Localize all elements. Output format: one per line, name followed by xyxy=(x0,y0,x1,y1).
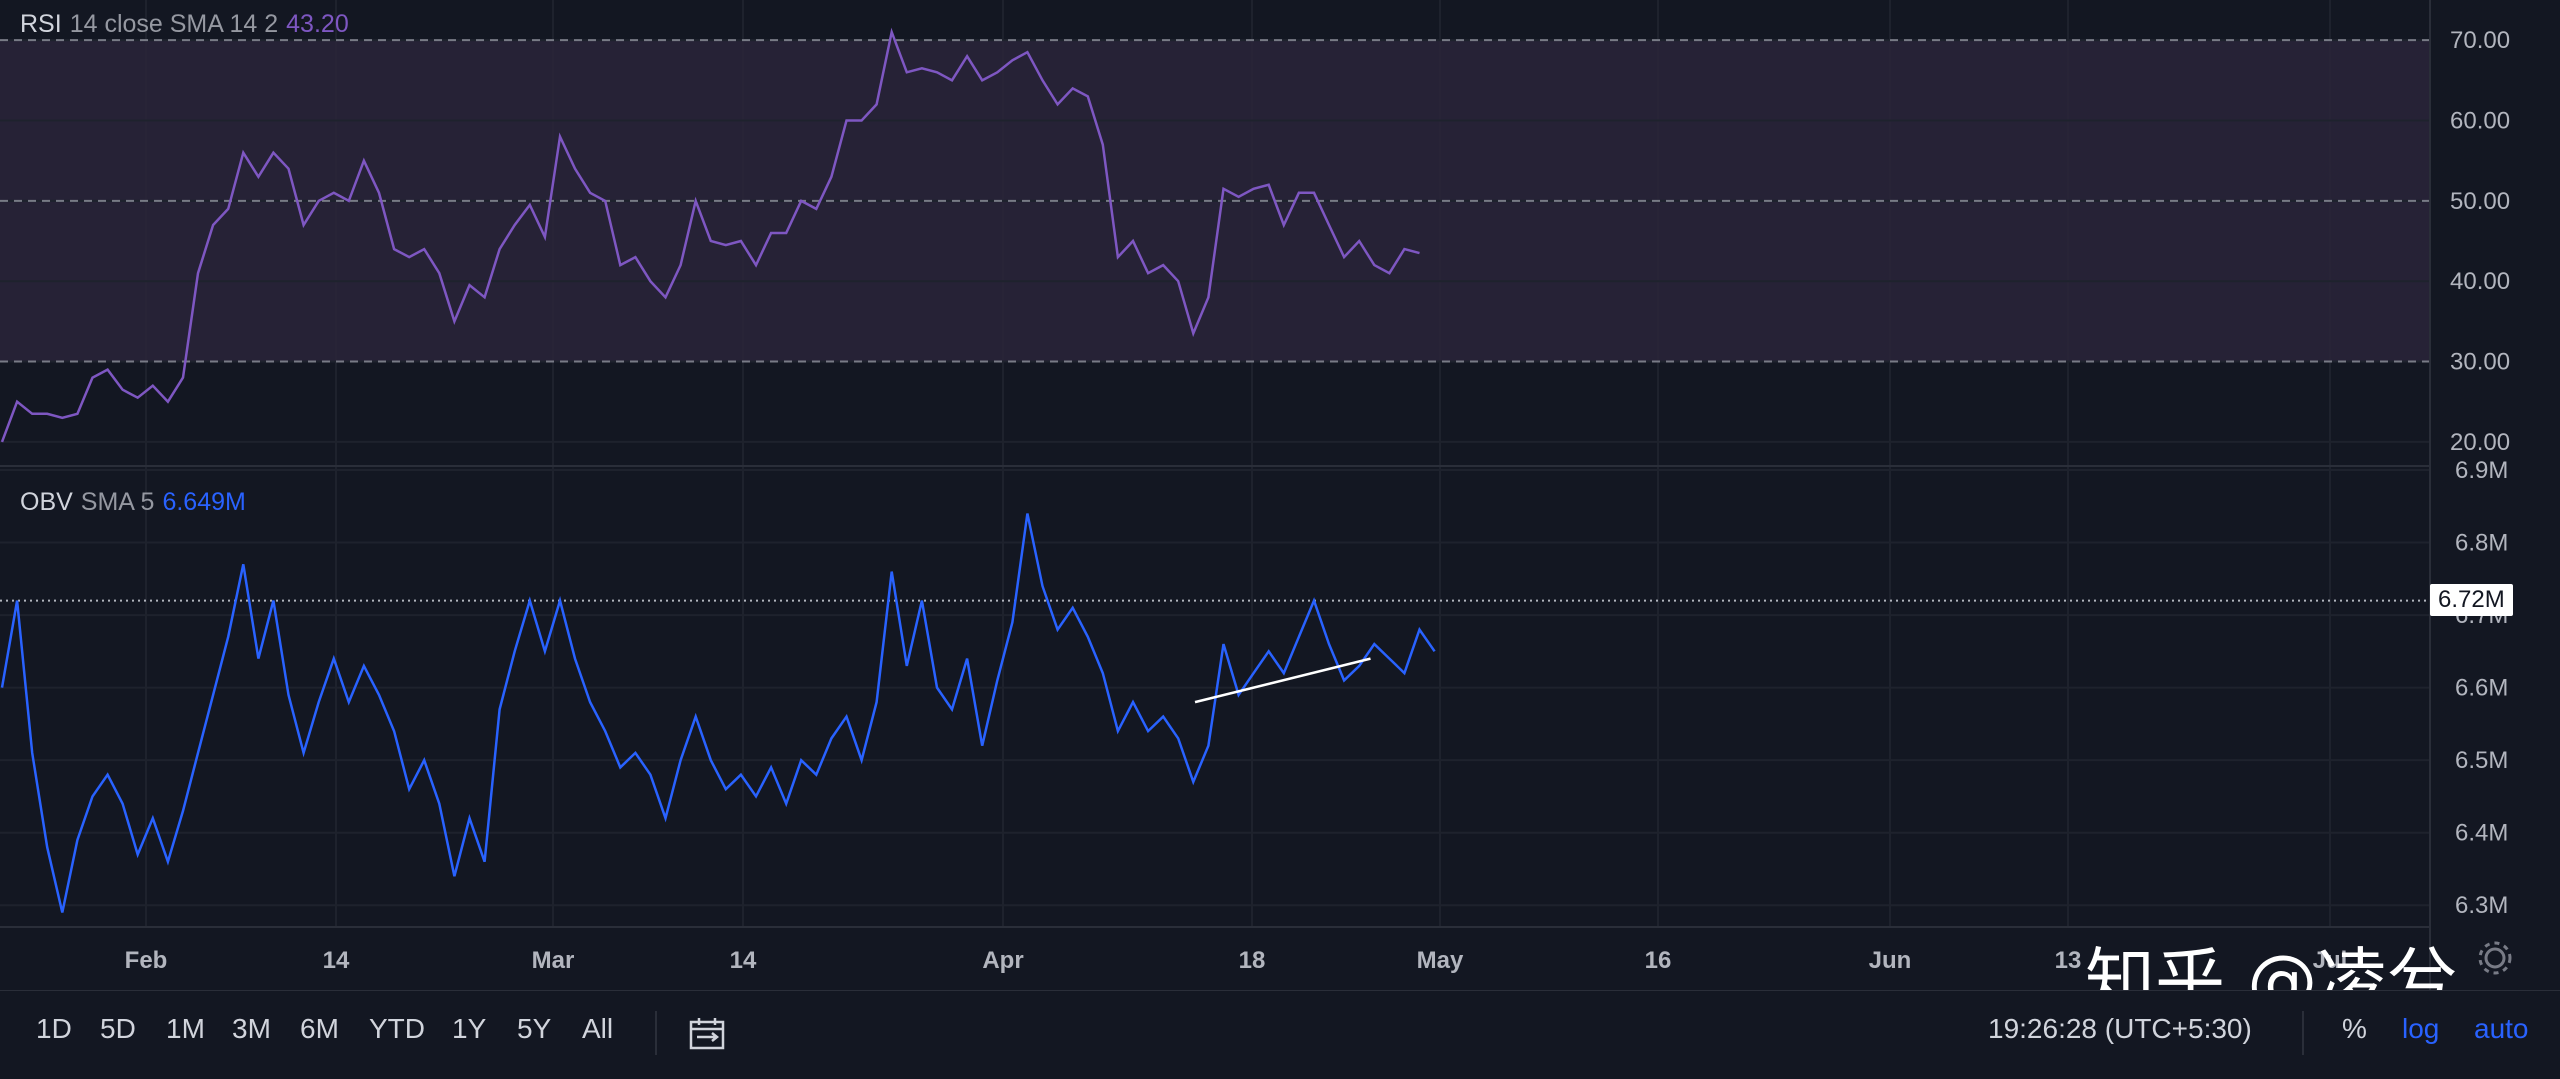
time-axis-label: 14 xyxy=(323,947,350,974)
rsi-tick-label: 70.00 xyxy=(2450,27,2510,54)
rsi-legend-name: RSI xyxy=(20,10,62,38)
obv-last-value-badge: 6.72M xyxy=(2430,583,2513,616)
timezone-clock[interactable]: 19:26:28 (UTC+5:30) xyxy=(1988,1013,2252,1045)
timeframe-button-all[interactable]: All xyxy=(582,1013,613,1045)
timeframe-button-3m[interactable]: 3M xyxy=(232,1013,271,1045)
time-axis-label: May xyxy=(1417,947,1464,974)
obv-tick-label: 6.6M xyxy=(2455,675,2508,702)
timeframe-button-ytd[interactable]: YTD xyxy=(369,1013,425,1045)
obv-tick-label: 6.9M xyxy=(2455,457,2508,484)
timeframe-button-1d[interactable]: 1D xyxy=(36,1013,72,1045)
obv-tick-label: 6.4M xyxy=(2455,820,2508,847)
time-axis-label: Mar xyxy=(532,947,575,974)
time-axis-label: Apr xyxy=(982,947,1023,974)
toolbar-separator xyxy=(2302,1011,2304,1055)
rsi-tick-label: 50.00 xyxy=(2450,188,2510,215)
timeframe-button-1y[interactable]: 1Y xyxy=(452,1013,486,1045)
toolbar-separator xyxy=(655,1011,657,1055)
rsi-legend-value: 43.20 xyxy=(286,10,349,38)
rsi-legend-params: 14 close SMA 14 2 xyxy=(69,10,279,38)
obv-legend[interactable]: OBV SMA 5 6.649M xyxy=(20,488,254,517)
auto-scale-button[interactable]: auto xyxy=(2474,1013,2529,1045)
percent-scale-button[interactable]: % xyxy=(2342,1013,2367,1045)
rsi-legend[interactable]: RSI 14 close SMA 14 2 43.20 xyxy=(20,10,357,39)
rsi-tick-label: 30.00 xyxy=(2450,349,2510,376)
time-axis-label: 14 xyxy=(730,947,757,974)
obv-tick-label: 6.3M xyxy=(2455,892,2508,919)
obv-legend-params: SMA 5 xyxy=(80,488,155,516)
calendar-range-icon[interactable] xyxy=(688,1015,726,1053)
obv-tick-label: 6.5M xyxy=(2455,747,2508,774)
obv-tick-label: 6.8M xyxy=(2455,530,2508,557)
chart-area[interactable]: 70.00 60.00 50.00 40.00 30.00 20.00 6.9M 6.8M 6… xyxy=(0,0,2560,990)
time-axis-label: Feb xyxy=(125,947,168,974)
timeframe-button-5d[interactable]: 5D xyxy=(100,1013,136,1045)
rsi-tick-label: 20.00 xyxy=(2450,429,2510,456)
log-scale-button[interactable]: log xyxy=(2402,1013,2439,1045)
rsi-tick-label: 60.00 xyxy=(2450,108,2510,135)
obv-legend-value: 6.649M xyxy=(162,488,246,516)
bottom-toolbar: 1D 5D 1M 3M 6M YTD 1Y 5Y All 19:26:28 (UTC+5:30)… xyxy=(0,990,2560,1079)
time-axis-label: Jun xyxy=(1869,947,1912,974)
time-axis-label: 16 xyxy=(1645,947,1672,974)
time-axis-label: 18 xyxy=(1239,947,1266,974)
obv-legend-name: OBV xyxy=(20,488,73,516)
timeframe-button-5y[interactable]: 5Y xyxy=(517,1013,551,1045)
timeframe-button-6m[interactable]: 6M xyxy=(300,1013,339,1045)
rsi-tick-label: 40.00 xyxy=(2450,268,2510,295)
timeframe-button-1m[interactable]: 1M xyxy=(166,1013,205,1045)
time-axis-label: 13 xyxy=(2055,947,2082,974)
